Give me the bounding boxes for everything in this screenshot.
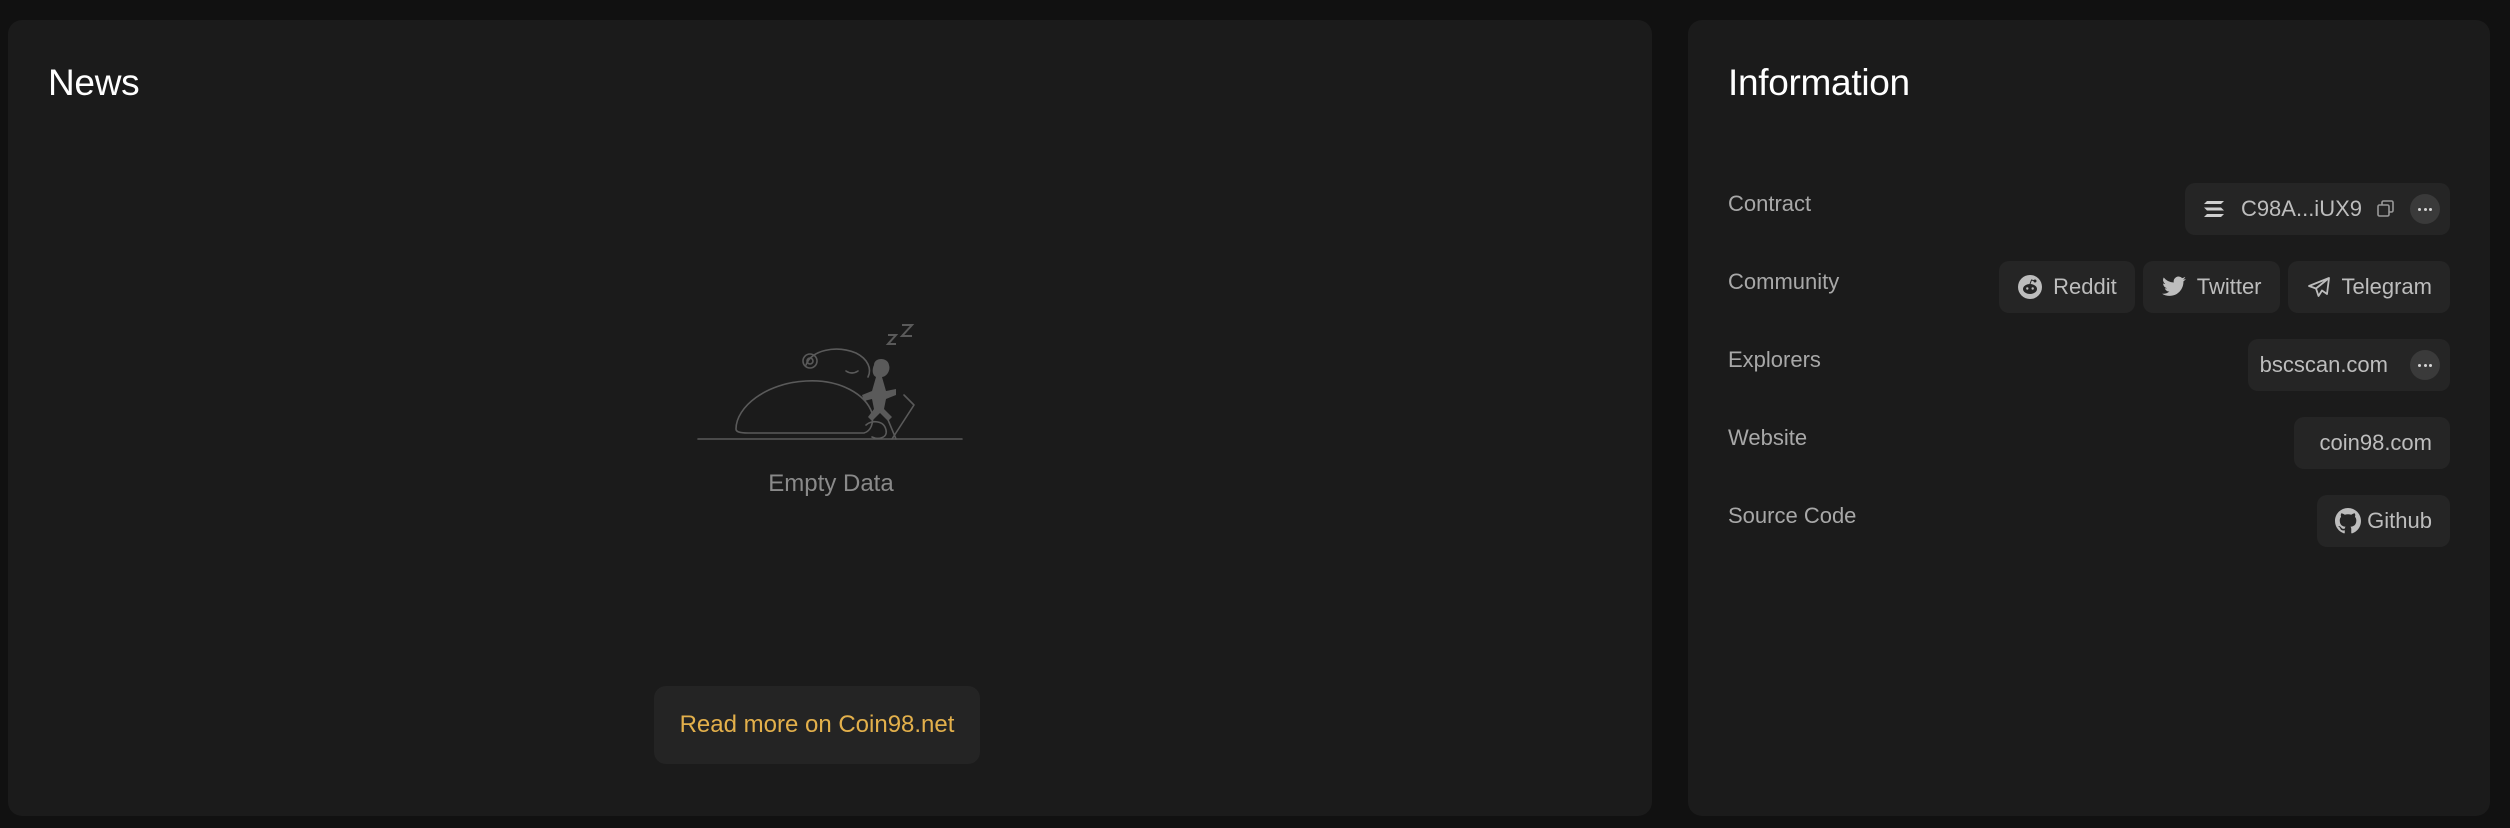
community-row: Community Reddit Twitter Telegram <box>1728 261 2450 313</box>
contract-row: Contract C98A...iUX9 <box>1728 183 2450 235</box>
community-label: Community <box>1728 269 1840 294</box>
contract-values: C98A...iUX9 <box>2184 183 2450 235</box>
website-label: Website <box>1728 425 1808 450</box>
twitter-icon <box>2161 274 2187 300</box>
source-code-label: Source Code <box>1728 503 1857 528</box>
website-values: coin98.com <box>2294 417 2450 469</box>
empty-data-text: Empty Data <box>768 470 894 497</box>
sleeping-illustration-icon <box>697 324 963 440</box>
reddit-icon <box>2017 274 2043 300</box>
github-icon <box>2335 508 2362 534</box>
github-label: Github <box>2367 508 2432 533</box>
contract-chip: C98A...iUX9 <box>2184 183 2450 235</box>
source-code-row: Source Code Github <box>1728 495 2450 547</box>
website-link[interactable]: coin98.com <box>2294 417 2450 469</box>
read-more-button[interactable]: Read more on Coin98.net <box>654 686 980 764</box>
empty-state: Empty Data <box>656 305 1006 505</box>
news-panel: News Empty Data Read more on Coin98.net <box>8 20 1652 816</box>
website-row: Website coin98.com <box>1728 417 2450 469</box>
reddit-link[interactable]: Reddit <box>1999 261 2135 313</box>
contract-label: Contract <box>1728 191 1812 216</box>
explorer-link[interactable]: bscscan.com <box>2260 352 2388 378</box>
explorers-row: Explorers bscscan.com <box>1728 339 2450 391</box>
telegram-icon <box>2306 274 2332 300</box>
source-code-values: Github <box>2317 495 2450 547</box>
twitter-label: Twitter <box>2196 274 2262 299</box>
explorer-chip: bscscan.com <box>2247 339 2450 391</box>
contract-address: C98A...iUX9 <box>2240 196 2362 221</box>
information-panel: Information Contract C98A...iUX9 Communi… <box>1688 20 2490 816</box>
telegram-link[interactable]: Telegram <box>2287 261 2450 313</box>
news-title: News <box>48 62 140 103</box>
solana-icon <box>2201 196 2227 222</box>
explorers-more-button[interactable] <box>2410 350 2440 380</box>
twitter-link[interactable]: Twitter <box>2142 261 2280 313</box>
explorers-label: Explorers <box>1728 347 1821 372</box>
information-title: Information <box>1728 62 1910 103</box>
github-link[interactable]: Github <box>2317 495 2450 547</box>
explorers-values: bscscan.com <box>2247 339 2450 391</box>
copy-icon[interactable] <box>2376 199 2396 219</box>
telegram-label: Telegram <box>2341 274 2432 299</box>
contract-more-button[interactable] <box>2410 194 2440 224</box>
reddit-label: Reddit <box>2053 274 2117 299</box>
community-values: Reddit Twitter Telegram <box>1999 261 2450 313</box>
